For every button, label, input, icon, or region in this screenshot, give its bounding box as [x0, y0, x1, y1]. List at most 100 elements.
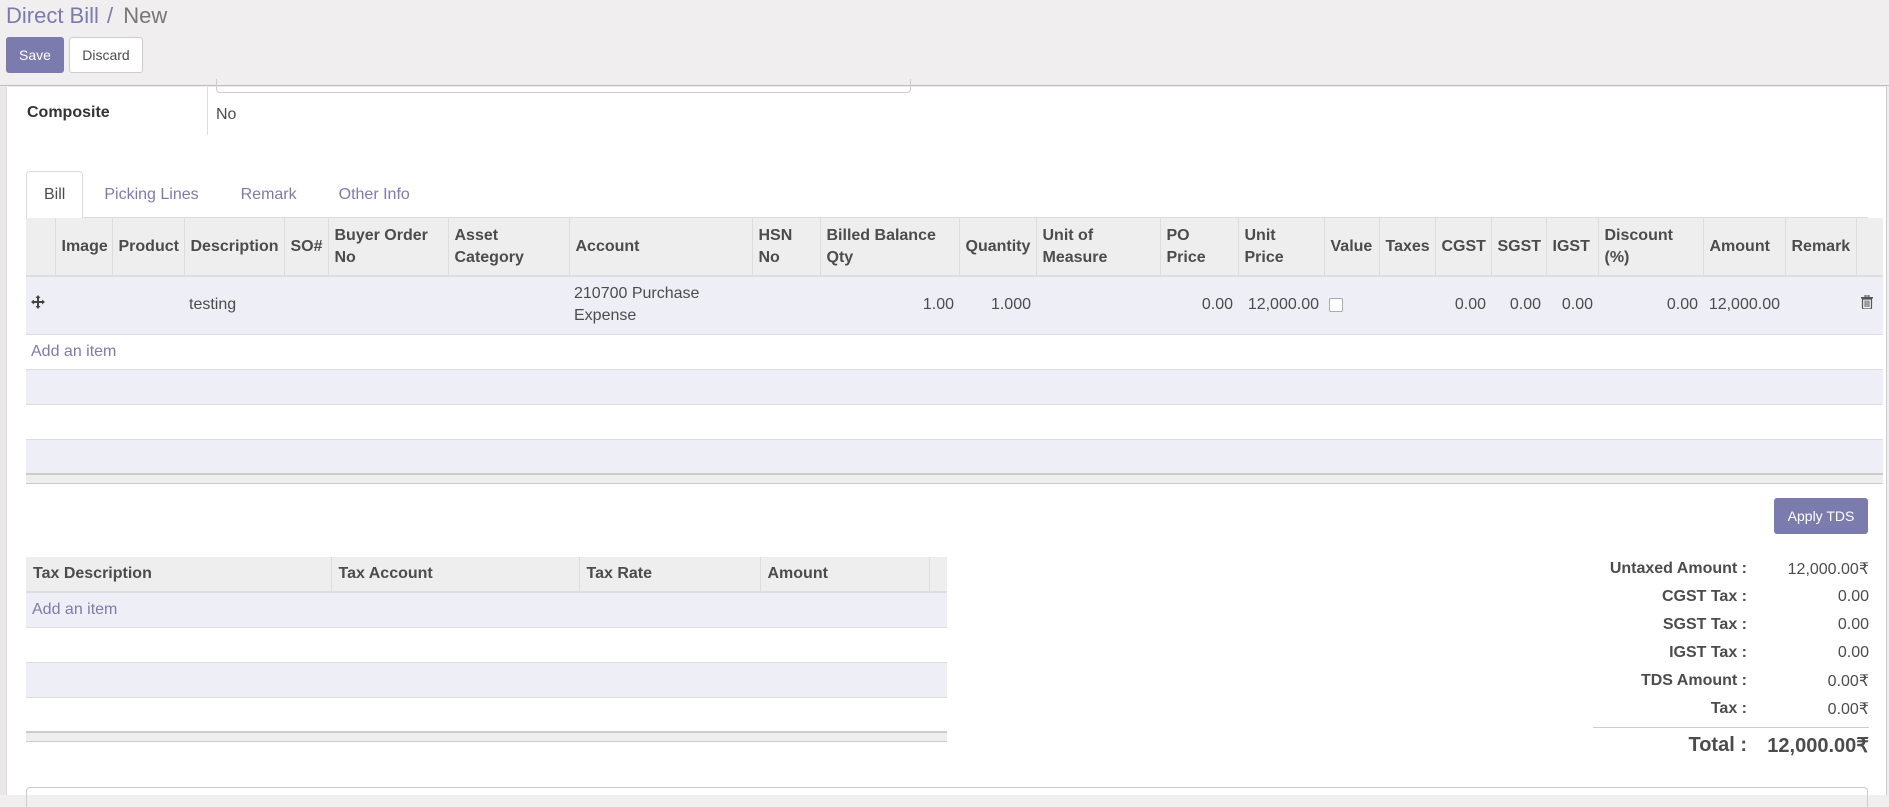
drag-handle-cell[interactable] — [26, 276, 55, 335]
total-value: 12,000.00₹ — [1767, 734, 1869, 757]
cell-image[interactable] — [55, 276, 112, 335]
tax-table-header-row: Tax Description Tax Account Tax Rate Amo… — [26, 557, 947, 593]
col-description[interactable]: Description — [183, 218, 284, 277]
col-hsn-no[interactable]: HSN No — [751, 218, 820, 277]
tab-picking-lines[interactable]: Picking Lines — [83, 171, 219, 218]
cell-taxes[interactable] — [1379, 276, 1435, 335]
col-igst[interactable]: IGST — [1545, 218, 1598, 277]
totals-divider — [1593, 727, 1869, 728]
value-checkbox[interactable] — [1329, 298, 1343, 313]
add-line-item-link[interactable]: Add an item — [31, 343, 116, 360]
discard-button[interactable]: Discard — [69, 37, 143, 73]
table-footer — [26, 731, 947, 742]
sgst-tax-row: SGST Tax : 0.00 — [1584, 611, 1869, 639]
apply-tds-button[interactable]: Apply TDS — [1774, 498, 1868, 534]
tds-amount-row: TDS Amount : 0.00₹ — [1584, 667, 1869, 695]
cell-value[interactable] — [1324, 276, 1379, 335]
empty-row — [26, 697, 947, 733]
col-tax-amount[interactable]: Amount — [759, 557, 929, 593]
cell-product[interactable] — [112, 276, 184, 335]
totals-summary: Untaxed Amount : 12,000.00₹ CGST Tax : 0… — [1584, 555, 1869, 760]
cell-description[interactable]: testing — [184, 276, 284, 335]
cell-cgst[interactable]: 0.00 — [1435, 276, 1491, 335]
col-taxes[interactable]: Taxes — [1378, 218, 1435, 277]
cell-hsn-no[interactable] — [752, 276, 820, 335]
tax-row: Tax : 0.00₹ — [1584, 695, 1869, 723]
igst-tax-row: IGST Tax : 0.00 — [1584, 639, 1869, 667]
tds-amount-label: TDS Amount : — [1640, 672, 1747, 689]
col-actions — [1855, 218, 1883, 277]
composite-value: No — [216, 106, 237, 123]
col-amount[interactable]: Amount — [1702, 218, 1785, 277]
breadcrumb-current: New — [123, 3, 168, 28]
field-divider — [207, 87, 208, 135]
invoice-lines-table: Image Product Description SO# Buyer Orde… — [26, 218, 1883, 484]
empty-row — [26, 369, 1883, 405]
empty-row — [26, 404, 1883, 440]
col-asset-category[interactable]: Asset Category — [447, 218, 569, 277]
cell-unit-price[interactable]: 12,000.00 — [1238, 276, 1324, 335]
cell-account[interactable]: 210700 Purchase Expense — [569, 276, 752, 335]
breadcrumb: Direct Bill / New — [6, 3, 167, 29]
cell-billed-balance-qty[interactable]: 1.00 — [820, 276, 959, 335]
previous-field-input[interactable] — [216, 79, 911, 93]
untaxed-amount-value: 12,000.00₹ — [1787, 561, 1869, 578]
table-footer — [26, 473, 1883, 484]
drag-handle-icon[interactable] — [31, 294, 45, 316]
col-remark[interactable]: Remark — [1784, 218, 1856, 277]
col-product[interactable]: Product — [111, 218, 184, 277]
tax-lines-table: Tax Description Tax Account Tax Rate Amo… — [26, 557, 947, 742]
breadcrumb-parent-link[interactable]: Direct Bill — [6, 3, 99, 28]
cell-uom[interactable] — [1036, 276, 1160, 335]
cell-sgst[interactable]: 0.00 — [1491, 276, 1546, 335]
col-sgst[interactable]: SGST — [1490, 218, 1546, 277]
breadcrumb-separator: / — [107, 3, 114, 28]
col-unit-of-measure[interactable]: Unit of Measure — [1035, 218, 1160, 277]
col-tax-account[interactable]: Tax Account — [330, 557, 579, 593]
notebook-tabs: Bill Picking Lines Remark Other Info — [26, 171, 1868, 219]
cell-igst[interactable]: 0.00 — [1546, 276, 1598, 335]
tab-bill[interactable]: Bill — [26, 171, 84, 219]
col-account[interactable]: Account — [568, 218, 752, 277]
col-cgst[interactable]: CGST — [1434, 218, 1491, 277]
add-item-row: Add an item — [26, 592, 947, 628]
cell-discount[interactable]: 0.00 — [1598, 276, 1703, 335]
table-row[interactable]: testing 210700 Purchase Expense 1.00 1.0… — [26, 276, 1883, 335]
tab-remark[interactable]: Remark — [220, 171, 318, 218]
col-tax-actions — [928, 557, 947, 593]
col-so[interactable]: SO# — [283, 218, 328, 277]
add-tax-item-link[interactable]: Add an item — [32, 601, 117, 618]
untaxed-amount-label: Untaxed Amount : — [1609, 560, 1747, 577]
next-section-box — [26, 787, 1868, 807]
cell-asset-category[interactable] — [448, 276, 569, 335]
tab-other-info[interactable]: Other Info — [318, 171, 431, 218]
delete-cell[interactable] — [1856, 276, 1883, 335]
cell-quantity[interactable]: 1.000 — [959, 276, 1036, 335]
total-row: Total : 12,000.00₹ — [1584, 730, 1869, 760]
sgst-tax-value: 0.00 — [1837, 616, 1869, 633]
col-unit-price[interactable]: Unit Price — [1237, 218, 1324, 277]
tax-value: 0.00₹ — [1827, 701, 1869, 718]
col-image[interactable]: Image — [54, 218, 112, 277]
igst-tax-value: 0.00 — [1837, 644, 1869, 661]
col-quantity[interactable]: Quantity — [958, 218, 1036, 277]
col-value[interactable]: Value — [1323, 218, 1379, 277]
cgst-tax-value: 0.00 — [1837, 588, 1869, 605]
col-discount[interactable]: Discount (%) — [1597, 218, 1703, 277]
add-item-row: Add an item — [26, 334, 1883, 370]
composite-label: Composite — [27, 104, 110, 121]
col-buyer-order-no[interactable]: Buyer Order No — [327, 218, 448, 277]
col-tax-description[interactable]: Tax Description — [26, 557, 331, 593]
col-tax-rate[interactable]: Tax Rate — [578, 557, 760, 593]
cell-remark[interactable] — [1785, 276, 1856, 335]
col-po-price[interactable]: PO Price — [1159, 218, 1238, 277]
empty-row — [26, 662, 947, 698]
cell-buyer-order-no[interactable] — [328, 276, 448, 335]
cell-po-price[interactable]: 0.00 — [1160, 276, 1238, 335]
cell-so[interactable] — [284, 276, 328, 335]
control-panel: Direct Bill / New Save Discard — [0, 0, 1889, 86]
save-button[interactable]: Save — [6, 37, 64, 73]
form-sheet: Composite No Bill Picking Lines Remark O… — [7, 79, 1887, 807]
trash-icon[interactable] — [1861, 294, 1873, 316]
col-billed-balance-qty[interactable]: Billed Balance Qty — [819, 218, 959, 277]
